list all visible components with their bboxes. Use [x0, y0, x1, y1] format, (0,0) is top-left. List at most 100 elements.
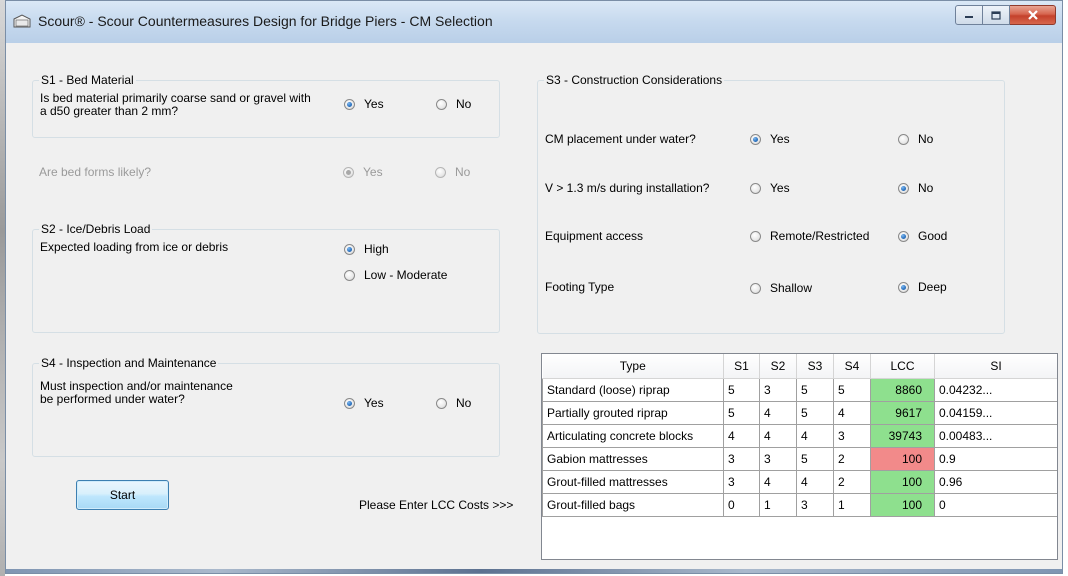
cell-si[interactable]: 0.04159... [934, 401, 1057, 425]
s4-yes-radio[interactable]: Yes [344, 396, 384, 410]
cell-s2[interactable]: 4 [759, 470, 797, 494]
cell-s3[interactable]: 5 [796, 447, 834, 471]
cell-s1[interactable]: 3 [723, 447, 760, 471]
col-header-s3[interactable]: S3 [796, 354, 834, 379]
s3-q1-yes-radio[interactable]: Yes [750, 132, 790, 146]
s3-q1-yes-label: Yes [770, 132, 790, 146]
cell-type[interactable]: Gabion mattresses [542, 447, 724, 471]
cell-s1[interactable]: 5 [723, 378, 760, 402]
radio-selected-icon [344, 397, 355, 409]
cm-results-table: Type S1 S2 S3 S4 LCC SI Standard (loose)… [542, 354, 1057, 517]
cell-type[interactable]: Standard (loose) riprap [542, 378, 724, 402]
cell-type[interactable]: Articulating concrete blocks [542, 424, 724, 448]
cell-si[interactable]: 0.9 [934, 447, 1057, 471]
radio-selected-icon [898, 230, 909, 242]
col-header-type[interactable]: Type [542, 354, 724, 379]
close-button[interactable] [1010, 5, 1056, 25]
col-header-s1[interactable]: S1 [723, 354, 760, 379]
cell-si[interactable]: 0.04232... [934, 378, 1057, 402]
radio-selected-icon [750, 133, 761, 145]
s4-no-radio[interactable]: No [436, 396, 471, 410]
cell-lcc[interactable]: 8860 [870, 378, 935, 402]
cell-s1[interactable]: 5 [723, 401, 760, 425]
s1-legend: S1 - Bed Material [39, 73, 136, 87]
s1-no-label: No [456, 97, 472, 111]
cell-type[interactable]: Partially grouted riprap [542, 401, 724, 425]
s3-q1-label: CM placement under water? [545, 132, 696, 146]
cell-s4[interactable]: 4 [833, 401, 871, 425]
cell-lcc[interactable]: 100 [870, 470, 935, 494]
cell-s4[interactable]: 2 [833, 447, 871, 471]
s3-q2-no-radio[interactable]: No [898, 181, 933, 195]
cell-s4[interactable]: 2 [833, 470, 871, 494]
s1-no-radio[interactable]: No [436, 97, 471, 111]
maximize-button[interactable] [983, 5, 1010, 25]
cell-s3[interactable]: 5 [796, 378, 834, 402]
window-bottom-border [6, 569, 1062, 573]
s3-q4-shallow-radio[interactable]: Shallow [750, 281, 812, 295]
window-title: Scour® - Scour Countermeasures Design fo… [38, 13, 493, 29]
table-row[interactable]: Partially grouted riprap 5 4 5 4 9617 0.… [542, 401, 1057, 425]
s3-construction-group: S3 - Construction Considerations CM plac… [537, 73, 1005, 334]
bedforms-no-radio[interactable]: No [435, 165, 470, 179]
radio-unselected-icon [898, 133, 909, 145]
table-row[interactable]: Gabion mattresses 3 3 5 2 100 0.9 [542, 447, 1057, 471]
s2-ice-debris-group: S2 - Ice/Debris Load Expected loading fr… [32, 222, 500, 333]
cell-s1[interactable]: 3 [723, 470, 760, 494]
cell-s2[interactable]: 4 [759, 424, 797, 448]
radio-selected-icon [343, 166, 354, 178]
cell-s2[interactable]: 3 [759, 378, 797, 402]
s4-no-label: No [456, 396, 472, 410]
s2-low-moderate-label: Low - Moderate [364, 268, 448, 282]
cell-s4[interactable]: 5 [833, 378, 871, 402]
table-row[interactable]: Articulating concrete blocks 4 4 4 3 397… [542, 424, 1057, 448]
start-button[interactable]: Start [76, 480, 169, 510]
cell-si[interactable]: 0.00483... [934, 424, 1057, 448]
cell-s3[interactable]: 4 [796, 424, 834, 448]
table-row[interactable]: Grout-filled bags 0 1 3 1 100 0 [542, 493, 1057, 517]
cell-s1[interactable]: 0 [723, 493, 760, 517]
cell-s4[interactable]: 3 [833, 424, 871, 448]
s3-q2-no-label: No [918, 181, 934, 195]
s3-q2-yes-radio[interactable]: Yes [750, 181, 790, 195]
cell-type[interactable]: Grout-filled bags [542, 493, 724, 517]
s3-q1-no-radio[interactable]: No [898, 132, 933, 146]
col-header-s2[interactable]: S2 [759, 354, 797, 379]
cell-lcc[interactable]: 39743 [870, 424, 935, 448]
title-bar[interactable]: Scour® - Scour Countermeasures Design fo… [6, 1, 1062, 43]
radio-unselected-icon [436, 98, 447, 110]
cell-type[interactable]: Grout-filled mattresses [542, 470, 724, 494]
bedforms-yes-radio[interactable]: Yes [343, 165, 383, 179]
cell-s3[interactable]: 4 [796, 470, 834, 494]
cell-s1[interactable]: 4 [723, 424, 760, 448]
s3-q4-deep-radio[interactable]: Deep [898, 280, 947, 294]
cell-s2[interactable]: 3 [759, 447, 797, 471]
s2-low-moderate-radio[interactable]: Low - Moderate [344, 268, 447, 282]
cell-s2[interactable]: 4 [759, 401, 797, 425]
cell-s4[interactable]: 1 [833, 493, 871, 517]
minimize-button[interactable] [955, 5, 983, 25]
table-row[interactable]: Grout-filled mattresses 3 4 4 2 100 0.96 [542, 470, 1057, 494]
cell-lcc[interactable]: 9617 [870, 401, 935, 425]
s3-q4-label: Footing Type [545, 280, 615, 294]
cell-si[interactable]: 0.96 [934, 470, 1057, 494]
cell-s3[interactable]: 3 [796, 493, 834, 517]
radio-selected-icon [344, 243, 355, 255]
s3-q3-remote-radio[interactable]: Remote/Restricted [750, 229, 869, 243]
col-header-s4[interactable]: S4 [833, 354, 871, 379]
cell-s3[interactable]: 5 [796, 401, 834, 425]
cell-s2[interactable]: 1 [759, 493, 797, 517]
cell-si[interactable]: 0 [934, 493, 1057, 517]
table-row[interactable]: Standard (loose) riprap 5 3 5 5 8860 0.0… [542, 378, 1057, 402]
s2-high-radio[interactable]: High [344, 242, 389, 256]
s3-q3-good-radio[interactable]: Good [898, 229, 947, 243]
col-header-si[interactable]: SI [934, 354, 1057, 379]
cell-lcc[interactable]: 100 [870, 447, 935, 471]
radio-unselected-icon [435, 166, 446, 178]
cell-lcc[interactable]: 100 [870, 493, 935, 517]
col-header-lcc[interactable]: LCC [870, 354, 935, 379]
radio-unselected-icon [750, 182, 761, 194]
cm-results-grid[interactable]: Type S1 S2 S3 S4 LCC SI Standard (loose)… [541, 353, 1058, 560]
s4-inspection-group: S4 - Inspection and Maintenance Must ins… [32, 356, 500, 457]
s1-yes-radio[interactable]: Yes [344, 97, 384, 111]
